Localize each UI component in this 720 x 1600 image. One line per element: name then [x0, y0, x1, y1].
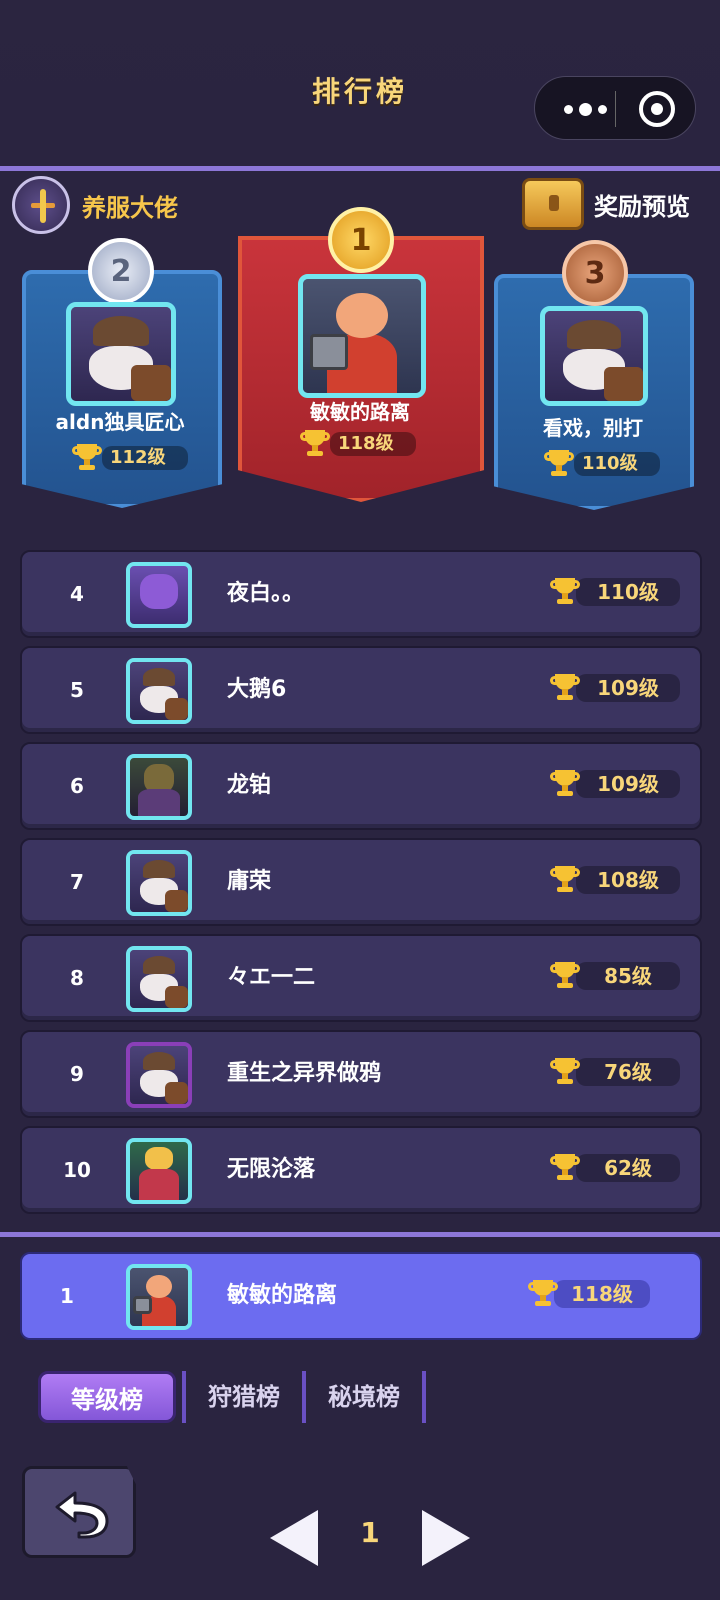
- my-rank-row[interactable]: 1 敏敏的路离 118级: [20, 1252, 702, 1340]
- player-level-value: 110级: [576, 578, 680, 606]
- rank-number: 10: [63, 1158, 91, 1182]
- podium-second-name: aldn独具匠心: [55, 410, 185, 434]
- rank-1-medal-icon: 1: [328, 207, 394, 273]
- trophy-icon: [550, 770, 580, 798]
- pagination: 1: [270, 1506, 470, 1576]
- treasure-chest-icon: [522, 178, 584, 230]
- player-avatar: [126, 946, 192, 1012]
- podium-second-level: 112级: [72, 444, 188, 472]
- trophy-icon: [544, 450, 574, 478]
- my-level-value: 118级: [554, 1280, 650, 1308]
- prev-page-arrow-icon[interactable]: [270, 1510, 318, 1566]
- player-name: 庸荣: [227, 869, 272, 894]
- ranking-row[interactable]: 5 大鹅6 109级: [20, 646, 702, 734]
- player-avatar: [126, 850, 192, 916]
- player-level-value: 109级: [576, 674, 680, 702]
- podium-first-name: 敏敏的路离: [310, 400, 410, 424]
- trophy-icon: [550, 866, 580, 894]
- ranking-row[interactable]: 6 龙铂 109级: [20, 742, 702, 830]
- podium-third-level: 110级: [544, 450, 660, 478]
- undo-arrow-icon: [55, 1491, 109, 1539]
- player-level: 76级: [550, 1058, 680, 1086]
- trophy-icon: [550, 1154, 580, 1182]
- reward-preview-button[interactable]: 奖励预览: [522, 178, 690, 230]
- capsule-divider: [615, 91, 616, 127]
- podium-first-level-value: 118级: [330, 432, 416, 456]
- trophy-icon: [72, 444, 102, 472]
- player-name: 夜白。。: [227, 581, 305, 606]
- player-name: 龙铂: [227, 773, 272, 798]
- player-avatar: [126, 658, 192, 724]
- rank-number: 8: [70, 966, 84, 990]
- rank-3-medal-icon: 3: [562, 240, 628, 306]
- tab-level[interactable]: 等级榜: [38, 1371, 176, 1423]
- player-level-value: 76级: [576, 1058, 680, 1086]
- rank-number: 4: [70, 582, 84, 606]
- ranking-row[interactable]: 8 々エ一二 85级: [20, 934, 702, 1022]
- my-avatar: [126, 1264, 192, 1330]
- ranking-row[interactable]: 4 夜白。。 110级: [20, 550, 702, 638]
- player-avatar: [126, 1138, 192, 1204]
- sword-icon: [12, 176, 70, 234]
- player-name: 大鹅6: [227, 677, 287, 702]
- podium-third-level-value: 110级: [574, 452, 660, 476]
- trophy-icon: [550, 1058, 580, 1086]
- player-name: 重生之异界做鸦: [227, 1061, 382, 1086]
- podium-first-level: 118级: [300, 430, 416, 458]
- player-level-value: 62级: [576, 1154, 680, 1182]
- player-level: 109级: [550, 770, 680, 798]
- player-level: 62级: [550, 1154, 680, 1182]
- list-divider: [0, 1232, 720, 1237]
- podium-first-avatar: [298, 274, 426, 398]
- next-page-arrow-icon[interactable]: [422, 1510, 470, 1566]
- ranking-row[interactable]: 10 无限沦落 62级: [20, 1126, 702, 1214]
- more-icon[interactable]: [555, 77, 615, 141]
- my-name: 敏敏的路离: [227, 1283, 338, 1308]
- podium-second-avatar: [66, 302, 176, 406]
- trophy-icon: [550, 962, 580, 990]
- title-badge-label: 养服大佬: [82, 193, 178, 222]
- trophy-icon: [528, 1280, 558, 1308]
- podium-second-level-value: 112级: [102, 446, 188, 470]
- back-button[interactable]: [22, 1466, 136, 1558]
- tab-secret-realm[interactable]: 秘境榜: [306, 1371, 426, 1423]
- player-level-value: 108级: [576, 866, 680, 894]
- rank-number: 7: [70, 870, 84, 894]
- player-level: 109级: [550, 674, 680, 702]
- close-miniprogram-icon[interactable]: [639, 91, 675, 127]
- ranking-row[interactable]: 7 庸荣 108级: [20, 838, 702, 926]
- reward-preview-label: 奖励预览: [594, 192, 690, 221]
- rank-2-medal-icon: 2: [88, 238, 154, 304]
- rank-number: 6: [70, 774, 84, 798]
- tab-hunting[interactable]: 狩猎榜: [186, 1371, 306, 1423]
- player-name: 々エ一二: [227, 965, 316, 990]
- ranking-list: 4 夜白。。 110级 5 大鹅6 109级 6 龙铂 109级 7 庸荣 10…: [20, 550, 702, 1222]
- current-page: 1: [360, 1516, 380, 1549]
- my-rank-number: 1: [60, 1284, 74, 1308]
- leaderboard-tabs: 等级榜 狩猎榜 秘境榜: [38, 1366, 426, 1428]
- player-avatar: [126, 754, 192, 820]
- player-avatar: [126, 1042, 192, 1108]
- player-level: 110级: [550, 578, 680, 606]
- title-badge[interactable]: 养服大佬: [12, 170, 178, 240]
- player-name: 无限沦落: [227, 1157, 316, 1182]
- player-level-value: 85级: [576, 962, 680, 990]
- miniprogram-capsule: [534, 76, 696, 140]
- trophy-icon: [550, 674, 580, 702]
- player-level-value: 109级: [576, 770, 680, 798]
- player-level: 85级: [550, 962, 680, 990]
- podium-third-avatar: [540, 306, 648, 406]
- ranking-row[interactable]: 9 重生之异界做鸦 76级: [20, 1030, 702, 1118]
- player-level: 108级: [550, 866, 680, 894]
- player-avatar: [126, 562, 192, 628]
- tab-separator: [176, 1371, 186, 1423]
- trophy-icon: [550, 578, 580, 606]
- rank-number: 5: [70, 678, 84, 702]
- my-level: 118级: [528, 1280, 650, 1308]
- trophy-icon: [300, 430, 330, 458]
- rank-number: 9: [70, 1062, 84, 1086]
- podium-third-name: 看戏，别打: [543, 416, 643, 440]
